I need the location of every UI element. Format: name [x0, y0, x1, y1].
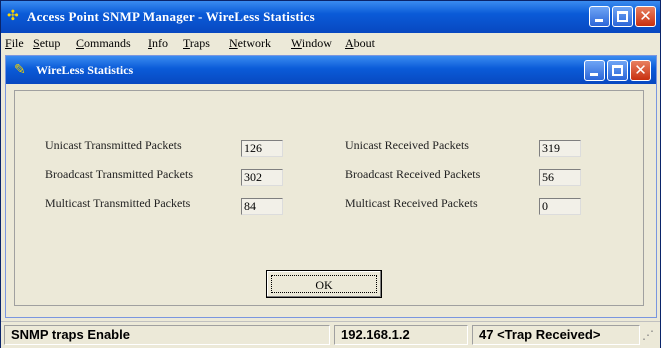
menu-window[interactable]: Window	[291, 36, 332, 51]
status-ip: 192.168.1.2	[334, 325, 468, 345]
menu-setup[interactable]: Setup	[33, 36, 60, 51]
pencil-icon: ✎	[14, 63, 26, 78]
minimize-icon	[595, 19, 603, 22]
statistics-dialog: ✎ WireLess Statistics ✕ Unicast Transmit…	[5, 55, 657, 318]
menu-bar: File Setup Commands Info Traps Network W…	[1, 33, 660, 53]
menu-file[interactable]: File	[5, 36, 24, 51]
resize-grip-icon[interactable]: ⋰	[642, 328, 656, 342]
multicast-tx-value: 84	[241, 198, 283, 215]
menu-traps[interactable]: Traps	[183, 36, 210, 51]
close-button[interactable]: ✕	[635, 6, 656, 27]
menu-commands[interactable]: Commands	[76, 36, 131, 51]
dialog-close-button[interactable]: ✕	[630, 60, 651, 81]
ok-button[interactable]: OK	[266, 270, 382, 298]
unicast-rx-value: 319	[539, 140, 581, 157]
broadcast-tx-label: Broadcast Transmitted Packets	[45, 167, 193, 181]
multicast-rx-label: Multicast Received Packets	[345, 196, 478, 210]
maximize-icon	[612, 65, 623, 76]
dialog-minimize-button[interactable]	[584, 60, 605, 81]
maximize-button[interactable]	[612, 6, 633, 27]
dialog-titlebar[interactable]: ✎ WireLess Statistics ✕	[6, 56, 656, 84]
network-icon: ✣	[7, 9, 19, 24]
menu-network[interactable]: Network	[229, 36, 271, 51]
status-bar: SNMP traps Enable 192.168.1.2 47 <Trap R…	[1, 321, 660, 348]
main-window: ✣ Access Point SNMP Manager - WireLess S…	[0, 0, 661, 348]
ok-button-label: OK	[271, 275, 377, 293]
dialog-maximize-button[interactable]	[607, 60, 628, 81]
minimize-button[interactable]	[589, 6, 610, 27]
broadcast-rx-label: Broadcast Received Packets	[345, 167, 481, 181]
main-titlebar[interactable]: ✣ Access Point SNMP Manager - WireLess S…	[1, 1, 660, 33]
status-traps: SNMP traps Enable	[4, 325, 330, 345]
multicast-tx-label: Multicast Transmitted Packets	[45, 196, 191, 210]
multicast-rx-value: 0	[539, 198, 581, 215]
close-icon: ✕	[634, 61, 647, 79]
broadcast-tx-value: 302	[241, 169, 283, 186]
unicast-tx-value: 126	[241, 140, 283, 157]
window-title: Access Point SNMP Manager - WireLess Sta…	[27, 9, 315, 24]
unicast-rx-label: Unicast Received Packets	[345, 138, 469, 152]
menu-info[interactable]: Info	[148, 36, 168, 51]
menu-about[interactable]: About	[345, 36, 375, 51]
minimize-icon	[590, 73, 598, 76]
maximize-icon	[617, 11, 628, 22]
close-icon: ✕	[639, 7, 652, 25]
broadcast-rx-value: 56	[539, 169, 581, 186]
unicast-tx-label: Unicast Transmitted Packets	[45, 138, 182, 152]
dialog-title: WireLess Statistics	[36, 63, 134, 77]
status-trap-count: 47 <Trap Received>	[472, 325, 640, 345]
